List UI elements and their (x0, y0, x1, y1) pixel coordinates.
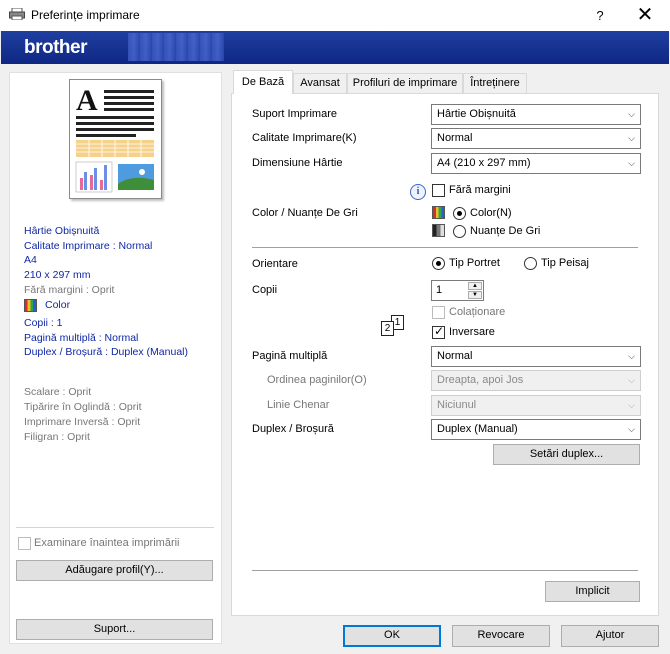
section-divider (252, 247, 638, 248)
color-mode-label: Color / Nuanțe De Gri (252, 207, 358, 219)
ok-button[interactable]: OK (343, 625, 441, 647)
reverse-order-icon: 1 2 (381, 315, 407, 337)
cancel-button[interactable]: Revocare (452, 625, 550, 647)
summary-size: A4 (24, 254, 37, 266)
default-button[interactable]: Implicit (545, 581, 640, 602)
chevron-down-icon: ⌵ (628, 351, 635, 361)
summary-multipage: Pagină multiplă : Normal (24, 332, 139, 344)
multipage-value: Normal (437, 350, 473, 362)
border-line-label: Linie Chenar (267, 399, 330, 411)
summary-quality: Calitate Imprimare : Normal (24, 240, 153, 252)
help-title-button[interactable]: ? (586, 3, 614, 29)
add-profile-button[interactable]: Adăugare profil(Y)... (16, 560, 213, 581)
chevron-down-icon: ⌵ (628, 400, 635, 410)
duplex-label: Duplex / Broșură (252, 423, 334, 435)
borderless-checkbox[interactable] (432, 184, 445, 197)
color-radio[interactable] (453, 207, 466, 220)
summary-duplex: Duplex / Broșură : Duplex (Manual) (24, 346, 188, 358)
page-order-select[interactable]: Dreapta, apoi Jos ⌵ (431, 370, 641, 391)
info-icon[interactable]: i (410, 184, 426, 200)
quality-label: Calitate Imprimare(K) (252, 132, 357, 144)
grayscale-radio-label: Nuanțe De Gri (470, 225, 541, 237)
border-line-value: Niciunul (437, 399, 477, 411)
borderless-label: Fără margini (449, 184, 511, 196)
grayscale-radio[interactable] (453, 225, 466, 238)
color-radio-label: Color(N) (470, 207, 512, 219)
summary-copies: Copii : 1 (24, 317, 63, 329)
help-button[interactable]: Ajutor (561, 625, 659, 647)
quality-select[interactable]: Normal ⌵ (431, 128, 641, 149)
page-preview: A (69, 79, 162, 199)
portrait-label: Tip Portret (449, 257, 500, 269)
multipage-select[interactable]: Normal ⌵ (431, 346, 641, 367)
bottom-divider (252, 570, 638, 571)
page-preview-graphic: A (75, 84, 154, 193)
page-order-label: Ordinea paginilor(O) (267, 374, 367, 386)
chevron-down-icon: ⌵ (628, 109, 635, 119)
summary-dimensions: 210 x 297 mm (24, 269, 91, 281)
summary-reverse: Imprimare Inversă : Oprit (24, 416, 141, 428)
chevron-down-icon: ⌵ (628, 375, 635, 385)
color-swatch-icon (24, 299, 37, 312)
preview-checkbox-label: Examinare înaintea imprimării (34, 537, 180, 549)
summary-borderless: Fără margini : Oprit (24, 284, 115, 296)
page-order-value: Dreapta, apoi Jos (437, 374, 524, 386)
tab-maintenance[interactable]: Întreținere (463, 73, 527, 93)
copies-value: 1 (436, 284, 443, 296)
left-divider (16, 527, 214, 528)
collate-checkbox[interactable] (432, 306, 445, 319)
collate-label: Colaționare (449, 306, 506, 318)
tab-basic[interactable]: De Bază (233, 70, 293, 94)
portrait-radio[interactable] (432, 257, 445, 270)
summary-media: Hârtie Obișnuită (24, 225, 100, 237)
multipage-label: Pagină multiplă (252, 350, 328, 362)
model-name-blurred (128, 33, 224, 61)
summary-color: Color (45, 299, 71, 311)
size-value: A4 (210 x 297 mm) (437, 157, 531, 169)
landscape-radio[interactable] (524, 257, 537, 270)
tab-advanced[interactable]: Avansat (293, 73, 347, 93)
svg-text:A: A (76, 84, 98, 117)
chevron-down-icon: ⌵ (628, 133, 635, 143)
close-button[interactable]: ✕ (630, 3, 660, 29)
media-value: Hârtie Obișnuită (437, 108, 516, 120)
summary-watermark: Filigran : Oprit (24, 431, 90, 443)
spin-up-icon[interactable]: ▲ (468, 282, 482, 290)
preview-checkbox[interactable] (18, 537, 31, 550)
landscape-label: Tip Peisaj (541, 257, 589, 269)
size-label: Dimensiune Hârtie (252, 157, 343, 169)
spin-down-icon[interactable]: ▼ (468, 291, 482, 299)
chevron-down-icon: ⌵ (628, 158, 635, 168)
chevron-down-icon: ⌵ (628, 424, 635, 434)
duplex-select[interactable]: Duplex (Manual) ⌵ (431, 419, 641, 440)
summary-mirror: Tipărire în Oglindă : Oprit (24, 401, 142, 413)
reverse-checkbox[interactable]: ✓ (432, 324, 445, 339)
window-title: Preferințe imprimare (31, 8, 140, 22)
duplex-value: Duplex (Manual) (437, 423, 518, 435)
duplex-settings-button[interactable]: Setări duplex... (493, 444, 640, 465)
copies-label: Copii (252, 284, 278, 296)
media-select[interactable]: Hârtie Obișnuită ⌵ (431, 104, 641, 125)
summary-scaling: Scalare : Oprit (24, 386, 92, 398)
reverse-label: Inversare (449, 326, 495, 338)
support-button[interactable]: Suport... (16, 619, 213, 640)
media-label: Suport Imprimare (252, 108, 337, 120)
copies-spinner[interactable]: 1 ▲ ▼ (431, 280, 484, 301)
tab-print-profiles[interactable]: Profiluri de imprimare (347, 73, 463, 93)
quality-value: Normal (437, 132, 473, 144)
color-icon (432, 206, 445, 219)
brand-logo: brother (24, 37, 88, 58)
brand-banner (1, 31, 669, 64)
size-select[interactable]: A4 (210 x 297 mm) ⌵ (431, 153, 641, 174)
orientation-label: Orientare (252, 258, 298, 270)
border-line-select[interactable]: Niciunul ⌵ (431, 395, 641, 416)
grayscale-icon (432, 224, 445, 237)
printer-icon (9, 8, 25, 20)
